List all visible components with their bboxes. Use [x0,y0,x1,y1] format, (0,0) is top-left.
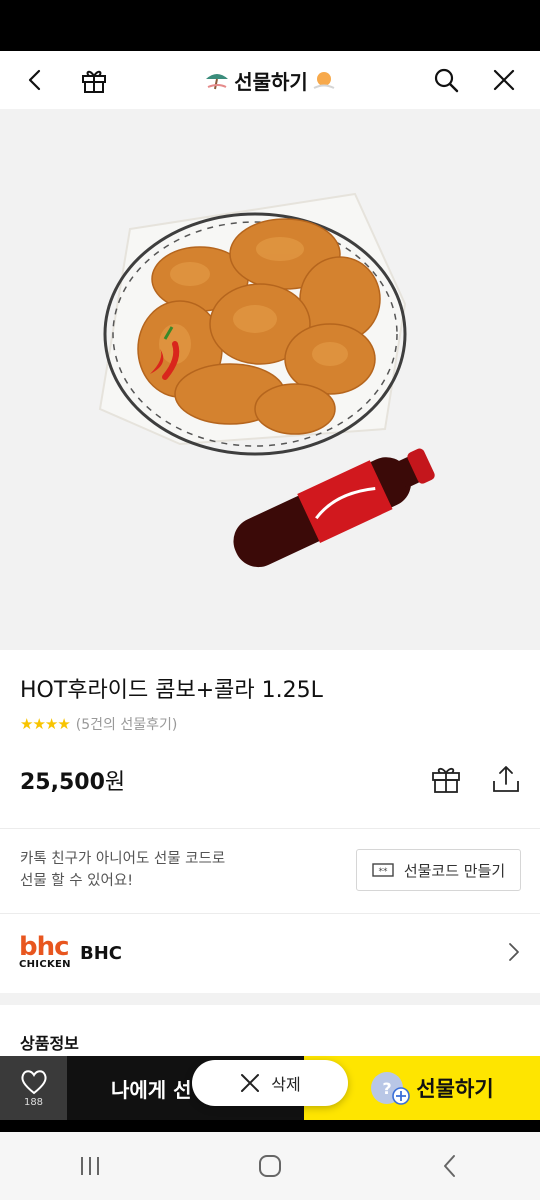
chevron-right-icon [509,943,519,961]
system-back-button[interactable] [360,1132,540,1200]
brand-name: BHC [80,943,122,964]
gift-box-button[interactable] [74,60,114,100]
brand-logo-bottom: CHICKEN [19,959,71,970]
brand-logo: bhc CHICKEN [19,932,71,971]
gift-button-label: 선물하기 [416,1077,494,1101]
recents-icon [81,1157,99,1175]
app-bar: 선물하기 [0,51,540,109]
wishlist-count: 188 [23,1096,44,1108]
close-icon [241,1074,260,1092]
create-gift-code-button[interactable]: ** 선물코드 만들기 [356,849,521,891]
bar-spacer [0,1120,540,1132]
gift-code-line1: 카톡 친구가 아니어도 선물 코드로 [20,851,226,867]
wishlist-button[interactable]: 188 [0,1056,67,1120]
gift-icon [82,70,106,93]
heart-icon [20,1069,47,1094]
ticket-icon: ** [372,863,394,877]
price-unit: 원 [104,770,126,795]
delete-button[interactable]: 삭제 [192,1060,348,1106]
gift-code-description: 카톡 친구가 아니어도 선물 코드로 선물 할 수 있어요! [20,848,225,892]
rating-stars: ★★★★ [20,715,71,733]
fried-chicken-and-cola-illustration [98,192,435,568]
price-actions [430,763,522,799]
svg-text:?: ? [383,1079,392,1098]
tree-icon [206,74,229,90]
gift-to-self-label: 나에게 선 [111,1077,192,1102]
share-button[interactable] [490,763,522,799]
close-icon [493,69,515,91]
system-nav-bar [0,1132,540,1200]
rating-row[interactable]: ★★★★ (5건의 선물후기) [20,714,177,734]
search-button[interactable] [426,60,466,100]
back-button[interactable] [16,60,56,100]
review-count-link[interactable]: (5건의 선물후기) [76,714,178,734]
status-bar [0,0,540,51]
gift-code-line2: 선물 할 수 있어요! [20,873,134,889]
divider [0,828,540,829]
gift-wish-button[interactable] [430,763,462,799]
brand-logo-top: bhc [19,932,70,962]
product-price: 25,500원 [20,764,125,796]
delete-label: 삭제 [271,1075,301,1094]
product-image[interactable] [0,109,540,650]
home-icon [259,1155,281,1177]
svg-text:**: ** [378,867,388,877]
chevron-left-icon [28,69,41,91]
price-value: 25,500 [20,770,105,795]
close-button[interactable] [484,60,524,100]
recents-button[interactable] [0,1132,180,1200]
product-info-heading: 상품정보 [20,1034,79,1053]
page-title: 선물하기 [234,69,308,94]
create-gift-code-label: 선물코드 만들기 [403,861,506,880]
gift-icon [432,767,460,793]
home-button[interactable] [180,1132,360,1200]
brand-row[interactable]: bhc CHICKEN BHC [0,915,540,993]
share-icon [493,766,519,792]
back-icon [444,1155,455,1177]
section-separator [0,993,540,1005]
search-icon [434,68,459,93]
sun-icon [313,72,335,89]
divider [0,913,540,914]
gift-question-icon: ? [371,1072,411,1105]
product-title: HOT후라이드 콤보+콜라 1.25L [20,678,323,703]
